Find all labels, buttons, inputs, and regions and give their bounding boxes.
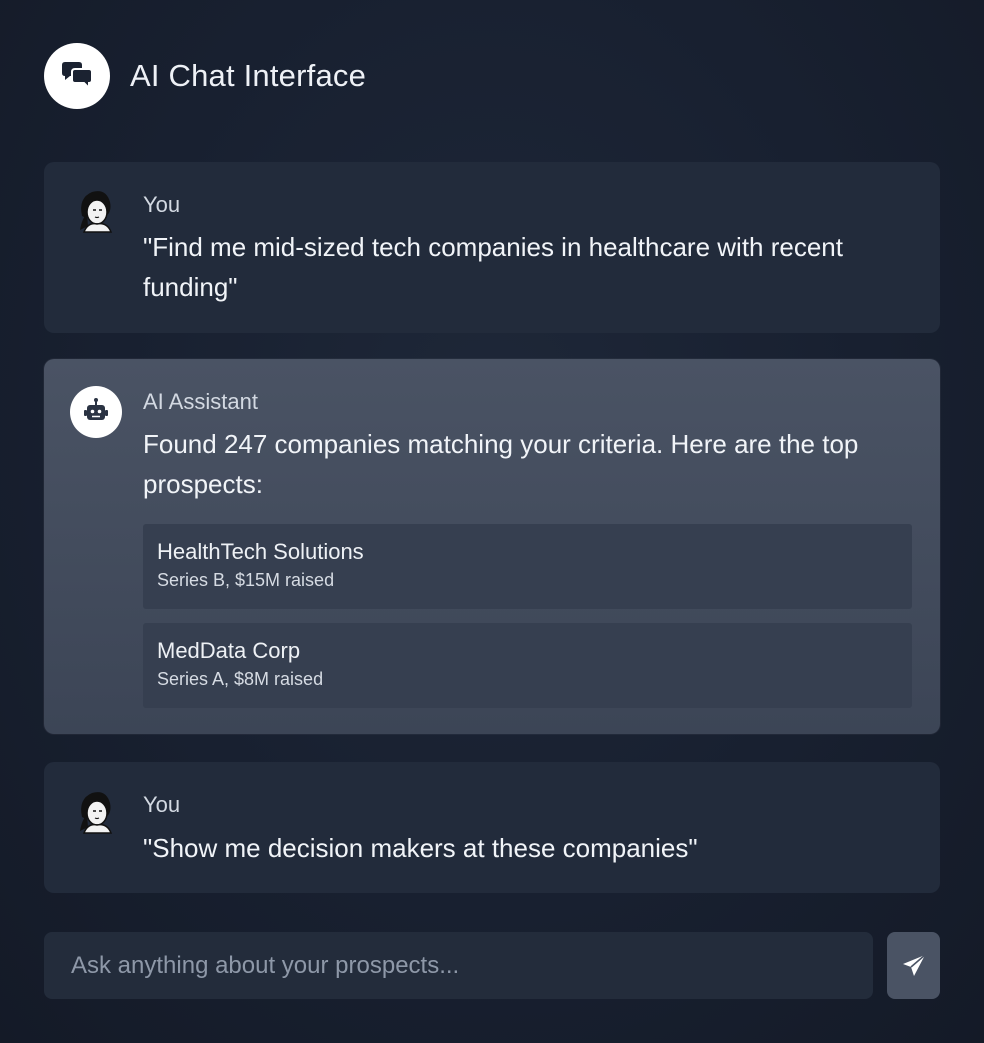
chat-bubbles-icon <box>44 43 110 109</box>
message-text: "Find me mid-sized tech companies in hea… <box>143 232 843 302</box>
sender-label: AI Assistant <box>143 389 258 414</box>
chat-input[interactable] <box>44 932 873 999</box>
assistant-message: AI Assistant Found 247 companies matchin… <box>44 359 940 734</box>
company-card[interactable]: MedData Corp Series A, $8M raised <box>143 623 912 708</box>
user-message: You "Show me decision makers at these co… <box>44 762 940 893</box>
person-avatar-icon <box>70 186 122 238</box>
sender-label: You <box>143 792 181 817</box>
send-button[interactable] <box>887 932 940 999</box>
robot-icon <box>70 386 122 438</box>
company-funding: Series B, $15M raised <box>157 570 335 590</box>
send-icon <box>902 953 926 976</box>
person-avatar-icon <box>70 787 122 839</box>
company-name: MedData Corp <box>157 638 301 663</box>
company-funding: Series A, $8M raised <box>157 669 324 689</box>
sender-label: You <box>143 192 181 217</box>
page-title: AI Chat Interface <box>130 58 367 93</box>
company-card[interactable]: HealthTech Solutions Series B, $15M rais… <box>143 524 912 609</box>
user-message: You "Find me mid-sized tech companies in… <box>44 162 940 333</box>
message-text: Found 247 companies matching your criter… <box>143 429 859 499</box>
message-text: "Show me decision makers at these compan… <box>143 833 698 863</box>
company-name: HealthTech Solutions <box>157 539 364 564</box>
app-header: AI Chat Interface <box>44 43 366 109</box>
